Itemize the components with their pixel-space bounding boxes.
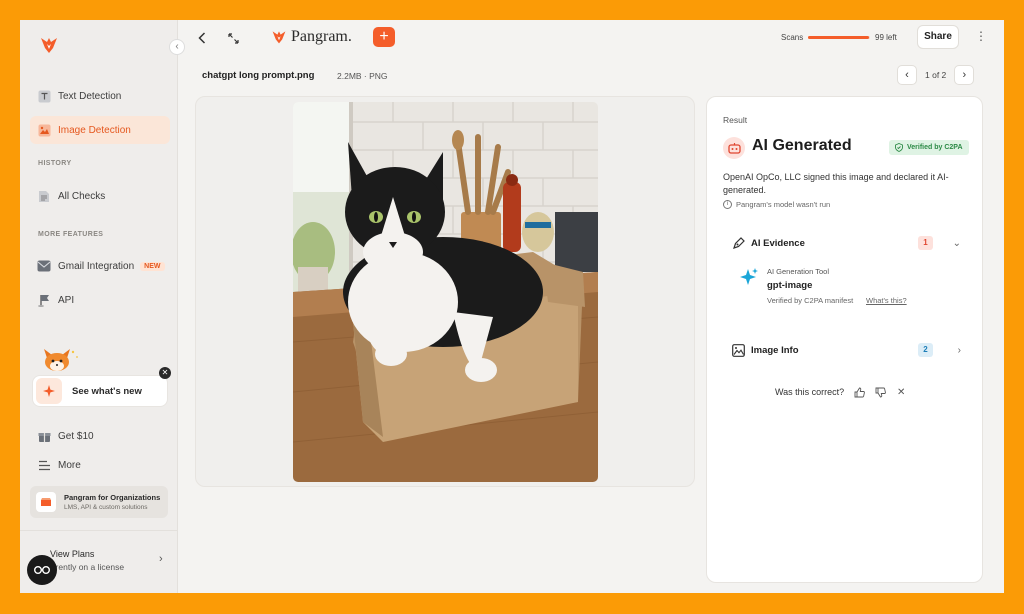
robot-icon [723,137,745,159]
sidebar-item-more[interactable]: More [30,451,170,479]
sidebar-item-label: Image Detection [58,124,131,136]
sidebar-item-api[interactable]: API [30,286,170,314]
sidebar-item-text-detection[interactable]: Text Detection [30,82,170,110]
info-icon: i [723,200,732,209]
ai-tool-label: AI Generation Tool [767,267,829,276]
shield-check-icon [895,143,903,152]
history-section-label: HISTORY [38,160,72,167]
pen-tool-icon [731,236,745,250]
image-info-label: Image Info [751,344,799,356]
mail-icon [37,259,51,273]
app-window: ‹ Text Detection Image Detection HISTORY… [20,20,1004,593]
glasses-icon[interactable] [27,555,57,585]
scans-progress-fill [808,36,870,39]
sidebar-item-label: Text Detection [58,90,122,102]
image-info-icon [731,343,745,357]
sidebar-item-label: Get $10 [58,430,94,442]
page-indicator: 1 of 2 [925,70,947,80]
feedback-row: Was this correct? ✕ [775,386,907,398]
sparkle-icon [36,378,62,404]
thumbs-down-icon[interactable] [874,386,886,398]
next-page-button[interactable]: › [954,65,975,85]
image-info-count: 2 [918,343,933,357]
ai-sparkle-icon [740,268,758,285]
sidebar-item-label: More [58,459,81,471]
view-plans-label: View Plans [50,549,95,559]
verified-c2pa-badge: Verified by C2PA [889,140,969,155]
scans-label: Scans [781,33,804,42]
sidebar-item-get-10[interactable]: Get $10 [30,422,170,450]
back-arrow-icon[interactable] [194,30,210,46]
pager: ‹ 1 of 2 › [897,65,975,85]
ai-evidence-label: AI Evidence [751,237,805,249]
feedback-question: Was this correct? [775,387,845,397]
result-label: Result [723,115,748,125]
new-scan-button[interactable]: + [373,27,395,47]
pangram-logo-icon[interactable] [39,35,59,55]
more-features-section-label: MORE FEATURES [38,231,104,238]
license-status: urrently on a license [48,562,125,572]
share-button[interactable]: Share [917,25,959,49]
organizations-card[interactable]: Pangram for Organizations LMS, API & cus… [30,486,168,518]
scans-progress-bar [808,36,870,39]
sidebar-item-label: Gmail Integration [58,260,135,272]
result-description: OpenAI OpCo, LLC signed this image and d… [723,172,949,195]
organizations-title: Pangram for Organizations [64,493,161,502]
dismiss-icon[interactable]: ✕ [895,386,907,398]
more-options-icon[interactable]: ⋮ [975,29,987,43]
sidebar-item-image-detection[interactable]: Image Detection [30,116,170,144]
cat-in-box-photo[interactable] [293,102,598,482]
prev-page-button[interactable]: ‹ [897,65,917,85]
brand[interactable]: Pangram. [271,28,352,46]
new-badge: NEW [140,261,165,271]
result-title: AI Generated [752,137,852,154]
ai-tool-verification: Verified by C2PA manifest [767,296,854,305]
scans-left: 99 left [875,33,897,42]
file-info: 2.2MB · PNG [337,71,388,81]
chevron-down-icon: ⌄ [952,237,961,249]
whats-new-label: See what's new [72,385,142,397]
model-note-text: Pangram's model wasn't run [736,200,831,209]
image-info-row[interactable]: Image Info 2 › [731,340,963,360]
result-panel: Result AI Generated Verified by C2PA Ope… [706,96,983,583]
verified-c2pa-label: Verified by C2PA [907,144,963,151]
image-preview-panel [195,96,695,487]
file-name: chatgpt long prompt.png [202,70,315,81]
close-icon[interactable]: ✕ [159,367,171,379]
brand-name: Pangram. [291,28,352,45]
sidebar-item-gmail-integration[interactable]: Gmail Integration NEW [30,252,170,280]
text-icon [37,89,51,103]
pangram-brand-icon [272,31,286,44]
chevron-right-icon: › [957,344,961,356]
api-flag-icon [37,293,51,307]
fox-mascot-icon [44,349,78,371]
thumbs-up-icon[interactable] [853,386,865,398]
ai-evidence-row[interactable]: AI Evidence 1 ⌄ [731,233,963,253]
gift-icon [37,429,51,443]
sidebar: ‹ Text Detection Image Detection HISTORY… [20,20,185,593]
chevron-right-icon: › [159,553,163,565]
expand-icon[interactable] [225,30,241,46]
whats-new-card[interactable]: See what's new [32,375,168,407]
sidebar-item-label: All Checks [58,190,106,202]
sidebar-item-all-checks[interactable]: All Checks [30,182,170,210]
organization-icon [36,492,56,512]
organizations-subtitle: LMS, API & custom solutions [64,504,148,511]
image-icon [37,123,51,137]
menu-icon [37,458,51,472]
sidebar-item-label: API [58,294,75,306]
ai-tool-name: gpt-image [767,280,813,291]
organizations-text: Pangram for Organizations LMS, API & cus… [64,493,160,511]
ai-evidence-count: 1 [918,236,933,250]
whats-this-link[interactable]: What's this? [866,296,907,305]
top-bar: Pangram. + Scans 99 left Share ⋮ [178,20,1004,56]
model-note: i Pangram's model wasn't run [723,200,830,209]
document-icon [37,189,51,203]
